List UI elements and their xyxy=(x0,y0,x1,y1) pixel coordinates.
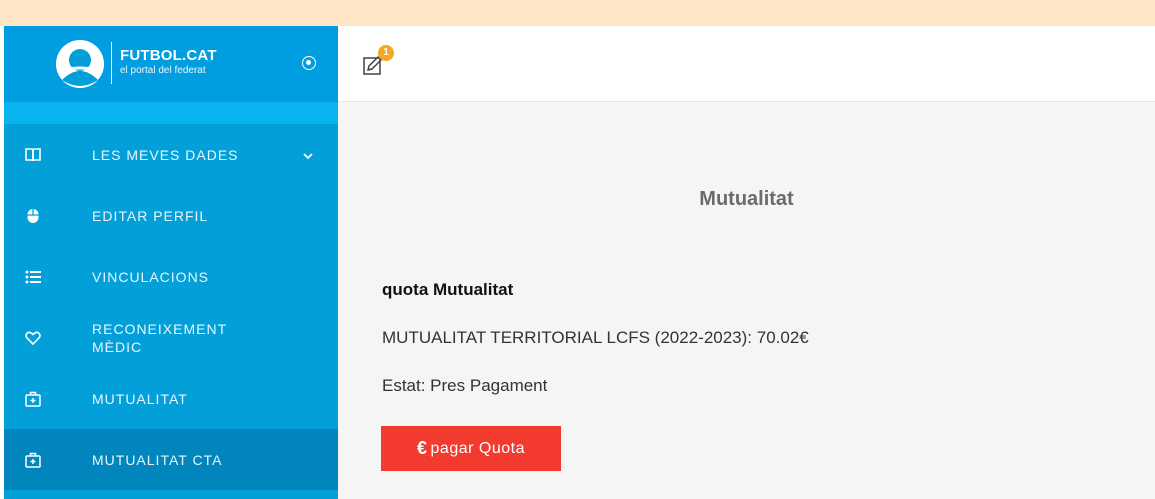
pay-quota-label: pagar Quota xyxy=(430,439,525,457)
payment-status: Estat: Pres Pagament xyxy=(382,376,548,395)
sidebar: FUTBOL.CAT el portal del federat LES MEV… xyxy=(4,26,338,499)
sidebar-item-label: EDITAR PERFIL xyxy=(92,207,209,224)
futbolcat-logo[interactable] xyxy=(56,40,104,88)
brand-header: FUTBOL.CAT el portal del federat xyxy=(4,26,338,102)
section-title: quota Mutualitat xyxy=(382,280,514,299)
sidebar-item-label: LES MEVES DADES xyxy=(92,146,239,163)
main-content: Mutualitat quota Mutualitat MUTUALITAT T… xyxy=(338,102,1155,499)
sidebar-item-label: VINCULACIONS xyxy=(92,268,210,285)
heart-icon xyxy=(25,330,41,346)
notification-badge: 1 xyxy=(378,45,394,61)
top-banner-stripe xyxy=(0,0,1155,26)
top-bar: 1 xyxy=(338,26,1155,102)
sidebar-item-les-meves-dades[interactable]: LES MEVES DADES xyxy=(4,124,338,185)
mutualitat-detail: MUTUALITAT TERRITORIAL LCFS (2022-2023):… xyxy=(382,328,809,347)
sidebar-menu: LES MEVES DADES EDITAR PERFIL VINCULACIO… xyxy=(4,124,338,490)
book-icon xyxy=(25,147,41,163)
list-icon xyxy=(25,269,41,285)
page-title: Mutualitat xyxy=(699,188,794,210)
euro-icon: € xyxy=(417,438,428,458)
sidebar-item-editar-perfil[interactable]: EDITAR PERFIL xyxy=(4,185,338,246)
chevron-down-icon xyxy=(302,149,314,161)
sidebar-item-label: MUTUALITAT xyxy=(92,390,188,407)
brand-strip xyxy=(4,102,338,124)
medical-kit-icon xyxy=(25,452,41,468)
brand-name: FUTBOL.CAT xyxy=(120,47,217,64)
sidebar-item-label: MUTUALITAT CTA xyxy=(92,451,223,468)
brand-tagline: el portal del federat xyxy=(120,65,206,76)
sidebar-item-vinculacions[interactable]: VINCULACIONS xyxy=(4,246,338,307)
sidebar-item-reconeixement-medic[interactable]: RECONEIXEMENT MÈDIC xyxy=(4,307,338,368)
medical-kit-icon xyxy=(25,391,41,407)
pay-quota-button[interactable]: € pagar Quota xyxy=(381,426,561,471)
mouse-icon xyxy=(25,208,41,224)
logo-divider xyxy=(111,42,112,84)
sidebar-item-mutualitat-cta[interactable]: MUTUALITAT CTA xyxy=(4,429,338,490)
sidebar-toggle-icon[interactable] xyxy=(302,56,316,70)
sidebar-item-mutualitat[interactable]: MUTUALITAT xyxy=(4,368,338,429)
sidebar-item-label: RECONEIXEMENT MÈDIC xyxy=(92,320,227,355)
